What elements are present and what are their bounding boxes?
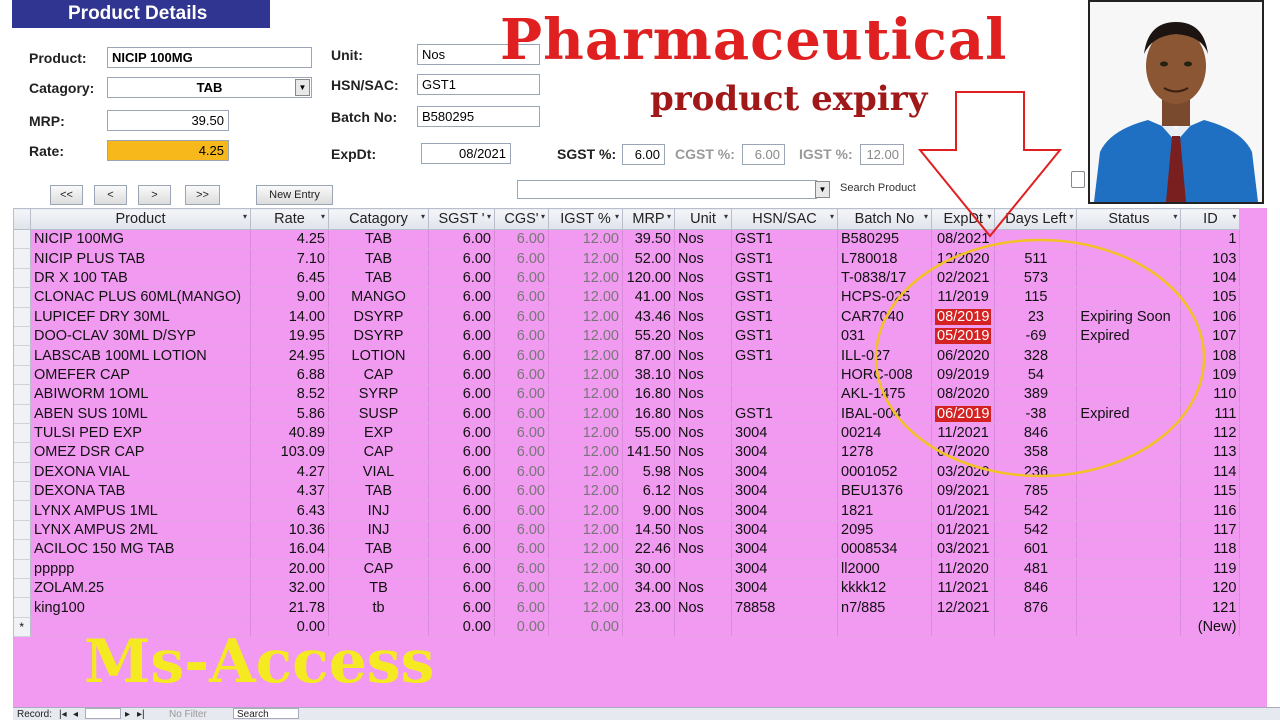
highlight-ellipse	[874, 238, 1206, 478]
overlay-subtitle: product expiry	[650, 79, 928, 119]
overlay-title: Pharmaceutical	[500, 7, 1008, 73]
ms-access-title: Ms-Access	[84, 627, 435, 697]
access-window: Product Details Product: Catagory: ▼ MRP…	[0, 0, 1280, 720]
down-arrow-icon	[917, 91, 1063, 238]
presenter-photo	[1088, 0, 1264, 204]
